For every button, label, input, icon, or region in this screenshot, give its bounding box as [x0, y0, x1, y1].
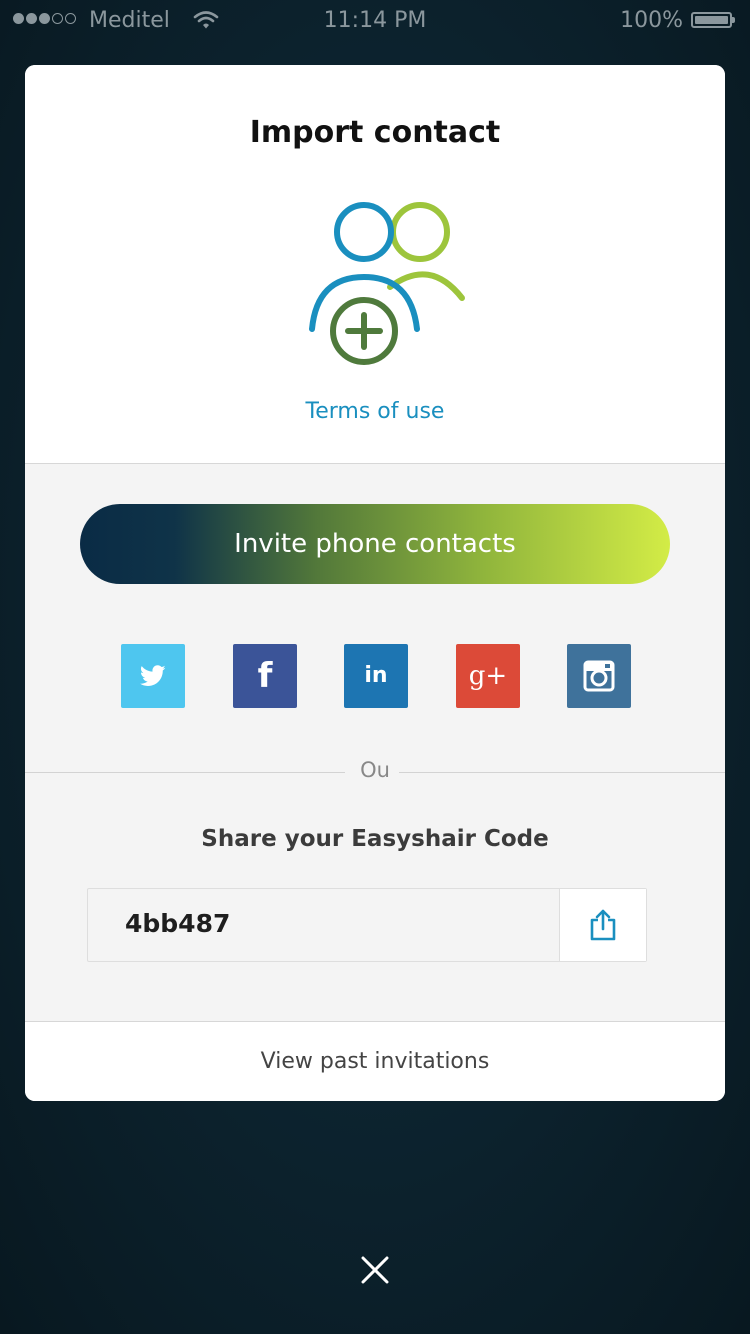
add-contacts-icon: [309, 202, 465, 365]
import-contact-modal: Import contact Terms of use Invite phone…: [25, 65, 725, 1101]
google-plus-button[interactable]: g+: [456, 644, 520, 708]
facebook-button[interactable]: f: [233, 644, 297, 708]
divider-line-right: [399, 772, 725, 773]
status-bar: Meditel 11:14 PM 100%: [0, 0, 750, 40]
instagram-icon: [583, 660, 615, 692]
terms-of-use-link[interactable]: Terms of use: [25, 399, 725, 424]
google-plus-icon: g+: [468, 661, 508, 691]
modal-header-section: Import contact Terms of use: [25, 65, 725, 464]
share-code-button[interactable]: [559, 889, 646, 961]
invite-code-field: 4bb487: [87, 888, 647, 962]
twitter-button[interactable]: [121, 644, 185, 708]
share-code-heading: Share your Easyshair Code: [201, 826, 549, 852]
facebook-icon: f: [257, 656, 273, 696]
instagram-button[interactable]: [567, 644, 631, 708]
divider-text: Ou: [360, 758, 390, 782]
share-icon: [590, 909, 616, 941]
view-past-invitations-button[interactable]: View past invitations: [25, 1022, 725, 1101]
invite-code-value: 4bb487: [125, 909, 231, 938]
modal-title: Import contact: [249, 115, 501, 150]
social-share-row: f in g+: [25, 644, 725, 708]
linkedin-icon: in: [364, 663, 388, 688]
twitter-icon: [140, 665, 166, 686]
invite-section: Invite phone contacts f in g+ Ou Share y…: [25, 464, 725, 1022]
close-icon[interactable]: [355, 1250, 395, 1290]
invite-phone-contacts-button[interactable]: Invite phone contacts: [80, 504, 670, 584]
battery-percentage: 100%: [620, 8, 683, 33]
or-divider: Ou: [25, 758, 725, 788]
battery-icon: [691, 12, 735, 28]
linkedin-button[interactable]: in: [344, 644, 408, 708]
